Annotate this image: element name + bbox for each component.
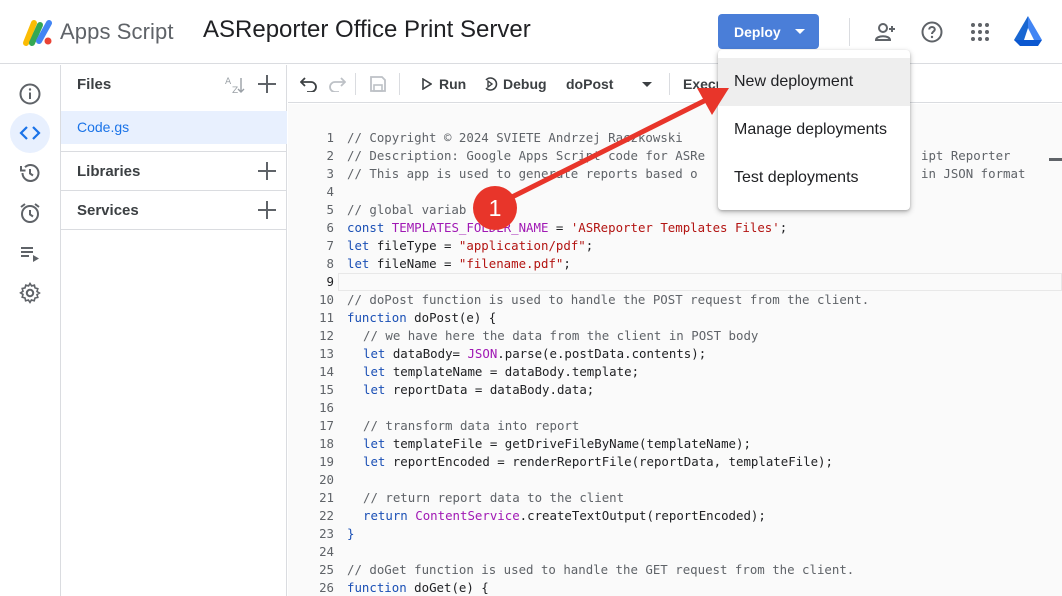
nav-sidebar bbox=[0, 65, 61, 596]
apps-script-logo-icon[interactable] bbox=[22, 17, 54, 47]
manage-deployments-menu-item[interactable]: Manage deployments bbox=[718, 106, 910, 154]
code-editor[interactable]: 1// Copyright © 2024 SVIETE Andrzej Racz… bbox=[288, 104, 1062, 596]
code-line: 24 bbox=[319, 544, 334, 559]
code-line: 7 let fileType = "application/pdf"; bbox=[326, 238, 594, 253]
code-line: 1// Copyright © 2024 SVIETE Andrzej Racz… bbox=[326, 130, 683, 145]
code-line: 4 bbox=[326, 184, 334, 199]
code-line: 22 return ContentService.createTextOutput… bbox=[319, 508, 766, 523]
code-line: 6 const TEMPLATES_FOLDER_NAME = 'ASReport… bbox=[326, 220, 788, 235]
step-badge: 1 bbox=[473, 186, 517, 230]
code-line: 12// we have here the data from the clie… bbox=[319, 328, 759, 343]
app-name[interactable]: Apps Script bbox=[60, 19, 174, 45]
help-icon[interactable] bbox=[920, 20, 944, 44]
function-select-value: doPost bbox=[566, 76, 614, 92]
code-line: 26 function doGet(e) { bbox=[319, 580, 489, 595]
divider bbox=[399, 73, 400, 95]
code-line: 3// This app is used to generate reports… bbox=[326, 166, 1026, 181]
files-panel: Files A Z Code.gs Libraries Services bbox=[61, 65, 287, 596]
code-line: 18 let templateFile = getDriveFileByName(… bbox=[319, 436, 751, 451]
play-icon bbox=[422, 78, 432, 90]
chevron-down-icon bbox=[642, 82, 652, 87]
code-line: 17// transform data into report bbox=[319, 418, 580, 433]
svg-text:A: A bbox=[225, 77, 232, 87]
menu-item-label: Manage deployments bbox=[734, 121, 887, 138]
divider bbox=[355, 73, 356, 95]
add-library-icon[interactable] bbox=[258, 162, 276, 180]
libraries-label: Libraries bbox=[77, 163, 141, 180]
alarm-icon[interactable] bbox=[18, 201, 42, 225]
file-name: Code.gs bbox=[77, 119, 130, 135]
debug-icon bbox=[485, 77, 498, 91]
svg-text:Z: Z bbox=[232, 86, 238, 95]
code-line: 10// doPost function is used to handle t… bbox=[319, 292, 870, 307]
code-line: 14 let templateName = dataBody.template; bbox=[319, 364, 640, 379]
new-deployment-menu-item[interactable]: New deployment bbox=[718, 58, 910, 106]
file-item[interactable]: Code.gs bbox=[61, 111, 287, 144]
settings-icon[interactable] bbox=[18, 281, 42, 305]
divider bbox=[849, 18, 850, 46]
libraries-section[interactable]: Libraries bbox=[61, 152, 287, 191]
services-label: Services bbox=[77, 202, 139, 219]
code-line: 5// global variab bbox=[326, 202, 467, 217]
deploy-button-label: Deploy bbox=[734, 24, 781, 40]
info-icon[interactable] bbox=[18, 82, 42, 106]
debug-button[interactable]: Debug bbox=[481, 65, 551, 103]
history-icon[interactable] bbox=[18, 161, 42, 185]
test-deployments-menu-item[interactable]: Test deployments bbox=[718, 154, 910, 202]
code-line: 2// Description: Google Apps Script code… bbox=[326, 148, 1011, 163]
debug-label: Debug bbox=[503, 76, 547, 92]
menu-item-label: Test deployments bbox=[734, 169, 859, 186]
add-person-icon[interactable] bbox=[873, 20, 897, 44]
code-line: 20 bbox=[319, 472, 334, 487]
run-button[interactable]: Run bbox=[416, 65, 466, 103]
add-file-icon[interactable] bbox=[258, 75, 276, 93]
deploy-menu: New deployment Manage deployments Test d… bbox=[718, 50, 910, 210]
redo-icon[interactable] bbox=[328, 76, 346, 92]
sort-az-icon[interactable]: A Z bbox=[224, 75, 246, 95]
code-line: 19 let reportEncoded = renderReportFile(r… bbox=[319, 454, 833, 469]
code-line: 15 let reportData = dataBody.data; bbox=[319, 382, 595, 397]
code-line: 25// doGet function is used to handle th… bbox=[319, 562, 855, 577]
code-icon[interactable] bbox=[18, 121, 42, 145]
code-line: 16 bbox=[319, 400, 334, 415]
code-line: 9 bbox=[326, 274, 334, 289]
apps-grid-icon[interactable] bbox=[968, 20, 992, 44]
undo-icon[interactable] bbox=[300, 76, 318, 92]
services-section[interactable]: Services bbox=[61, 191, 287, 230]
add-service-icon[interactable] bbox=[258, 201, 276, 219]
deploy-button[interactable]: Deploy bbox=[718, 14, 819, 49]
files-title: Files bbox=[77, 76, 112, 93]
project-title[interactable]: ASReporter Office Print Server bbox=[203, 16, 531, 44]
divider bbox=[669, 73, 670, 95]
code-line: 11 function doPost(e) { bbox=[319, 310, 497, 325]
function-select[interactable]: doPost bbox=[558, 65, 658, 103]
code-line: 21// return report data to the client bbox=[319, 490, 625, 505]
code-line: 23} bbox=[319, 526, 355, 541]
executions-icon[interactable] bbox=[18, 241, 42, 265]
divider bbox=[61, 229, 287, 230]
menu-item-label: New deployment bbox=[734, 73, 854, 90]
editor-toolbar: Run Debug doPost Execu bbox=[288, 65, 1062, 103]
drive-icon[interactable] bbox=[1012, 14, 1044, 48]
run-label: Run bbox=[439, 76, 467, 92]
code-line: 8 let fileName = "filename.pdf"; bbox=[326, 256, 571, 271]
code-line: 13 let dataBody= JSON.parse(e.postData.co… bbox=[319, 346, 707, 361]
files-header: Files A Z bbox=[61, 65, 287, 104]
chevron-down-icon bbox=[795, 29, 805, 34]
scrollbar-marker[interactable] bbox=[1049, 158, 1062, 161]
save-icon[interactable] bbox=[369, 75, 387, 93]
